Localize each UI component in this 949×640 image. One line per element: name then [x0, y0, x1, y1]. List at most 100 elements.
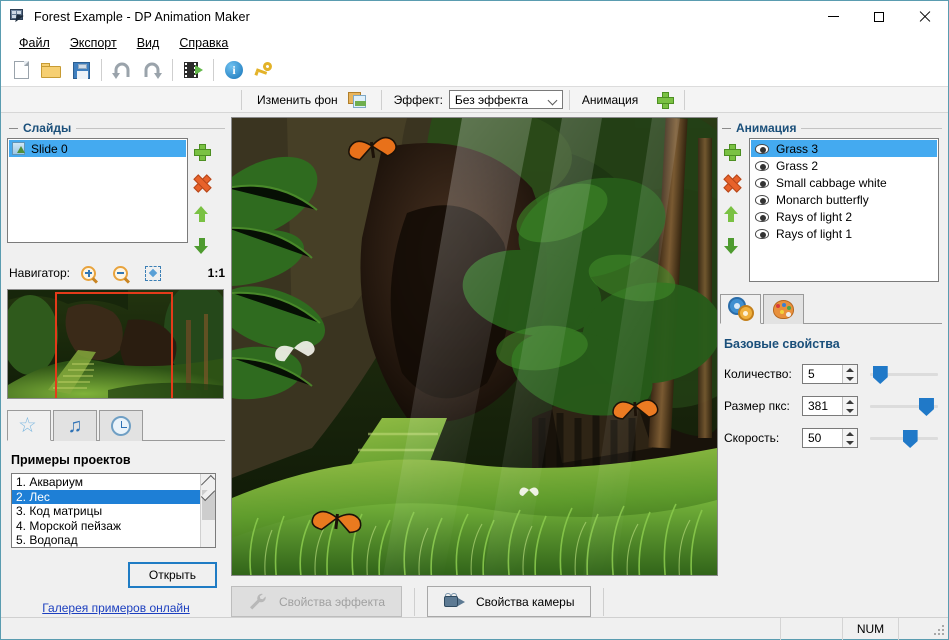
tab-basic-properties[interactable] [720, 294, 761, 324]
scroll-up-button[interactable] [200, 474, 216, 490]
change-background-button[interactable]: Изменить фон [248, 89, 375, 111]
slides-toolbar [194, 138, 211, 254]
animation-list[interactable]: Grass 3 Grass 2 Small cabbage white Mona… [749, 138, 939, 282]
canvas-button-bar: Свойства эффекта Свойства камеры [231, 586, 712, 617]
speed-increment-button[interactable] [843, 429, 857, 438]
registration-key-button[interactable] [250, 57, 278, 84]
toolbar2-separator [380, 89, 382, 110]
size-stepper[interactable]: 381 [802, 396, 858, 416]
tab-examples[interactable]: ☆ [7, 410, 51, 441]
menu-item-file[interactable]: Файл [9, 34, 60, 52]
animation-list-item[interactable]: Monarch butterfly [751, 191, 937, 208]
example-list-item[interactable]: 3. Код матрицы [12, 504, 200, 519]
delete-slide-button[interactable] [194, 175, 209, 190]
effect-select[interactable]: Без эффекта [448, 90, 563, 109]
tab-color-properties[interactable] [763, 294, 804, 324]
example-label: 5. Водопад [16, 533, 78, 548]
animation-list-item[interactable]: Rays of light 2 [751, 208, 937, 225]
example-list-item[interactable]: 5. Водопад [12, 533, 200, 548]
slider-thumb[interactable] [872, 366, 888, 384]
navigator-viewport-rect[interactable] [55, 292, 173, 398]
move-slide-down-button[interactable] [194, 238, 209, 254]
export-video-button[interactable] [179, 57, 207, 84]
eye-visibility-icon[interactable] [755, 228, 769, 239]
eye-visibility-icon[interactable] [755, 211, 769, 222]
example-list-item[interactable]: 1. Аквариум [12, 475, 200, 490]
properties-tab-bar [720, 294, 942, 324]
speed-stepper-buttons[interactable] [842, 429, 857, 447]
info-button[interactable]: i [220, 57, 248, 84]
examples-scrollbar[interactable] [200, 474, 216, 547]
count-stepper-buttons[interactable] [842, 365, 857, 383]
size-increment-button[interactable] [843, 397, 857, 406]
menu-item-export[interactable]: Экспорт [60, 34, 127, 52]
menu-item-view[interactable]: Вид [127, 34, 170, 52]
animation-list-item[interactable]: Small cabbage white [751, 174, 937, 191]
speed-stepper[interactable]: 50 [802, 428, 858, 448]
count-slider[interactable] [870, 364, 938, 384]
zoom-in-button[interactable] [76, 262, 102, 284]
status-num-lock: NUM [842, 617, 898, 640]
minimize-button[interactable] [810, 1, 856, 32]
menu-item-help[interactable]: Справка [169, 34, 238, 52]
status-cell-empty-1 [780, 617, 842, 640]
slider-thumb[interactable] [918, 398, 934, 416]
delete-animation-button[interactable] [724, 175, 739, 190]
close-button[interactable] [902, 1, 948, 32]
move-animation-down-button[interactable] [723, 238, 739, 254]
plus-icon [656, 92, 674, 109]
open-example-button[interactable]: Открыть [128, 562, 217, 588]
size-stepper-buttons[interactable] [842, 397, 857, 415]
examples-list[interactable]: 1. Аквариум 2. Лес 3. Код матрицы 4. Мор… [11, 473, 216, 548]
tab-timer[interactable] [99, 410, 143, 441]
center-panel: Свойства эффекта Свойства камеры [231, 113, 718, 617]
preview-canvas[interactable] [231, 117, 718, 576]
main-body: Слайды Slide 0 Навигатор: 1:1 ☆ ♫ Пример… [1, 113, 948, 617]
tab-music[interactable]: ♫ [53, 410, 97, 441]
new-file-button[interactable] [7, 57, 35, 84]
effect-properties-button[interactable]: Свойства эффекта [231, 586, 402, 617]
example-list-item[interactable]: 2. Лес [12, 489, 200, 504]
speed-value: 50 [808, 431, 822, 445]
fit-to-window-button[interactable] [140, 262, 166, 284]
slide-list-item[interactable]: Slide 0 [9, 140, 186, 157]
animation-list-item[interactable]: Rays of light 1 [751, 225, 937, 242]
chevron-up-icon [846, 431, 854, 436]
eye-visibility-icon[interactable] [755, 194, 769, 205]
left-tab-bar: ☆ ♫ [7, 410, 225, 441]
eye-visibility-icon[interactable] [755, 177, 769, 188]
resize-grip[interactable] [930, 621, 946, 637]
speed-slider[interactable] [870, 428, 938, 448]
add-animation-button[interactable] [723, 144, 741, 161]
count-stepper[interactable]: 5 [802, 364, 858, 384]
count-decrement-button[interactable] [843, 374, 857, 383]
size-decrement-button[interactable] [843, 406, 857, 415]
example-list-item[interactable]: 4. Морской пейзаж [12, 519, 200, 534]
slider-thumb[interactable] [902, 430, 918, 448]
zoom-out-button[interactable] [108, 262, 134, 284]
effect-selected-value: Без эффекта [454, 92, 528, 107]
animation-list-item[interactable]: Grass 2 [751, 157, 937, 174]
move-animation-up-button[interactable] [723, 206, 739, 222]
navigator-thumbnail[interactable] [7, 289, 224, 399]
add-animation-toolbar-button[interactable] [650, 86, 678, 113]
camera-properties-button[interactable]: Свойства камеры [427, 586, 592, 617]
slides-list[interactable]: Slide 0 [7, 138, 188, 243]
eye-visibility-icon[interactable] [755, 160, 769, 171]
save-file-button[interactable] [67, 57, 95, 84]
redo-button[interactable] [138, 57, 166, 84]
eye-visibility-icon[interactable] [755, 143, 769, 154]
slides-group-header: Слайды [9, 121, 225, 135]
slide-label: Slide 0 [31, 141, 68, 156]
move-slide-up-button[interactable] [194, 206, 209, 222]
animation-group-title: Анимация [736, 121, 797, 135]
open-file-button[interactable] [37, 57, 65, 84]
size-slider[interactable] [870, 396, 938, 416]
maximize-button[interactable] [856, 1, 902, 32]
undo-button[interactable] [108, 57, 136, 84]
add-slide-button[interactable] [194, 144, 211, 161]
animation-list-item[interactable]: Grass 3 [751, 140, 937, 157]
online-gallery-link[interactable]: Галерея примеров онлайн [42, 601, 190, 615]
speed-decrement-button[interactable] [843, 438, 857, 447]
count-increment-button[interactable] [843, 365, 857, 374]
